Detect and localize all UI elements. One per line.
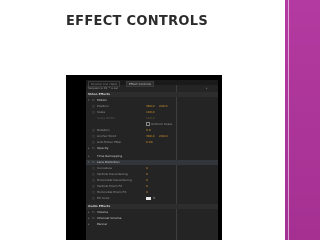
accent-stripe-line: [288, 0, 289, 240]
video-effects-header: Video Effects: [86, 92, 218, 97]
vertical-decentering-label: Vertical Decentering: [97, 172, 128, 176]
stopwatch-icon[interactable]: ◷: [92, 110, 95, 115]
anchor-point-label: Anchor Point: [97, 134, 116, 138]
antiflicker-value[interactable]: 0.00: [146, 140, 153, 145]
rotation-row: ◷ Rotation 0.0: [86, 128, 218, 133]
fill-color-row: ◷ Fill Color ✎: [86, 196, 218, 201]
opacity-row[interactable]: ▸ fx Opacity: [86, 146, 218, 151]
expand-lens-distortion-icon[interactable]: ▾: [88, 160, 90, 165]
horizontal-decentering-row: ◷ Horizontal Decentering 0: [86, 178, 218, 183]
panel-tab-bar: Source: (no clips) Effect Controls: [86, 80, 218, 87]
expand-motion-icon[interactable]: ▾: [88, 98, 90, 103]
vertical-prism-label: Vertical Prism FX: [97, 184, 123, 188]
fill-color-label: Fill Color: [97, 196, 110, 200]
stopwatch-icon[interactable]: ◷: [92, 128, 95, 133]
uniform-scale-row: Uniform Scale: [86, 122, 218, 127]
slide-title: EFFECT CONTROLS: [66, 14, 209, 29]
position-x-value[interactable]: 360.0: [146, 104, 155, 109]
volume-label: Volume: [97, 210, 109, 214]
expand-channel-volume-icon[interactable]: ▸: [88, 216, 90, 221]
scale-label: Scale: [97, 110, 106, 114]
position-y-value[interactable]: 240.0: [159, 104, 168, 109]
stopwatch-icon[interactable]: ◷: [92, 134, 95, 139]
accent-stripe: [285, 0, 320, 240]
effect-controls-panel: Source: (no clips) Effect Controls Seque…: [86, 80, 218, 240]
time-remapping-row[interactable]: ▸ Time Remapping: [86, 154, 218, 159]
vertical-decentering-value[interactable]: 0: [146, 172, 148, 177]
clip-name: Sequence 01 * a.avi: [88, 86, 119, 90]
clip-name-row: Sequence 01 * a.avi ▸: [86, 86, 218, 91]
panel-menu-icon[interactable]: ▸: [206, 86, 208, 91]
stopwatch-icon[interactable]: ◷: [92, 190, 95, 195]
rotation-label: Rotation: [97, 128, 110, 132]
video-effects-label: Video Effects: [88, 92, 111, 96]
fx-icon[interactable]: fx: [92, 146, 95, 151]
time-remapping-label: Time Remapping: [97, 154, 123, 158]
uniform-scale-label[interactable]: Uniform Scale: [146, 122, 172, 127]
rotation-value[interactable]: 0.0: [146, 128, 151, 133]
uniform-scale-checkbox[interactable]: [146, 122, 150, 126]
vertical-decentering-row: ◷ Vertical Decentering 0: [86, 172, 218, 177]
audio-effects-label: Audio Effects: [88, 204, 111, 208]
position-label: Position: [97, 104, 109, 108]
expand-volume-icon[interactable]: ▸: [88, 210, 90, 215]
fill-color-swatch[interactable]: [146, 197, 151, 200]
expand-panner-icon[interactable]: ▸: [88, 222, 90, 227]
panner-label: Panner: [97, 222, 108, 226]
antiflicker-row: ◷ Anti-flicker Filter 0.00: [86, 140, 218, 145]
lens-distortion-label: Lens Distortion: [97, 160, 120, 164]
expand-time-remapping-icon[interactable]: ▸: [88, 154, 90, 159]
channel-volume-label: Channel Volume: [97, 216, 122, 220]
opacity-label: Opacity: [97, 146, 109, 150]
position-row: ◷ Position 360.0 240.0: [86, 104, 218, 109]
stopwatch-icon[interactable]: ◷: [92, 178, 95, 183]
vertical-prism-row: ◷ Vertical Prism FX 0: [86, 184, 218, 189]
horizontal-prism-row: ◷ Horizontal Prism FX 0: [86, 190, 218, 195]
scale-width-label: Scale Width: [97, 116, 115, 120]
scale-value[interactable]: 100.0: [146, 110, 155, 115]
anchor-y-value[interactable]: 240.0: [159, 134, 168, 139]
curvature-row: ◷ Curvature 0: [86, 166, 218, 171]
curvature-value[interactable]: 0: [146, 166, 148, 171]
channel-volume-row[interactable]: ▸ fx Channel Volume: [86, 216, 218, 221]
expand-opacity-icon[interactable]: ▸: [88, 146, 90, 151]
horizontal-prism-label: Horizontal Prism FX: [97, 190, 127, 194]
motion-label: Motion: [97, 98, 108, 102]
fx-icon[interactable]: fx: [92, 98, 95, 103]
scale-row: ◷ Scale 100.0: [86, 110, 218, 115]
vertical-prism-value[interactable]: 0: [146, 184, 148, 189]
volume-row[interactable]: ▸ fx Volume: [86, 210, 218, 215]
stopwatch-icon[interactable]: ◷: [92, 104, 95, 109]
horizontal-decentering-label: Horizontal Decentering: [97, 178, 132, 182]
stopwatch-icon[interactable]: ◷: [92, 172, 95, 177]
fx-icon[interactable]: fx: [92, 160, 95, 165]
fx-icon[interactable]: fx: [92, 216, 95, 221]
panner-row[interactable]: ▸ Panner: [86, 222, 218, 227]
eyedropper-icon[interactable]: ✎: [153, 196, 156, 201]
horizontal-prism-value[interactable]: 0: [146, 190, 148, 195]
scale-width-row: Scale Width 100.0: [86, 116, 218, 121]
anchor-x-value[interactable]: 360.0: [146, 134, 155, 139]
audio-effects-header: Audio Effects: [86, 204, 218, 209]
stopwatch-icon[interactable]: ◷: [92, 184, 95, 189]
stopwatch-icon[interactable]: ◷: [92, 196, 95, 201]
horizontal-decentering-value[interactable]: 0: [146, 178, 148, 183]
curvature-label: Curvature: [97, 166, 112, 170]
fx-icon[interactable]: fx: [92, 210, 95, 215]
uniform-scale-text: Uniform Scale: [151, 122, 172, 126]
stopwatch-icon[interactable]: ◷: [92, 140, 95, 145]
anchor-point-row: ◷ Anchor Point 360.0 240.0: [86, 134, 218, 139]
scale-width-value: 100.0: [146, 116, 155, 120]
effect-controls-screenshot: Source: (no clips) Effect Controls Seque…: [66, 75, 222, 240]
motion-row[interactable]: ▾ fx Motion: [86, 98, 218, 103]
antiflicker-label: Anti-flicker Filter: [97, 140, 122, 144]
lens-distortion-row[interactable]: ▾ fx Lens Distortion: [86, 160, 218, 165]
stopwatch-icon[interactable]: ◷: [92, 166, 95, 171]
